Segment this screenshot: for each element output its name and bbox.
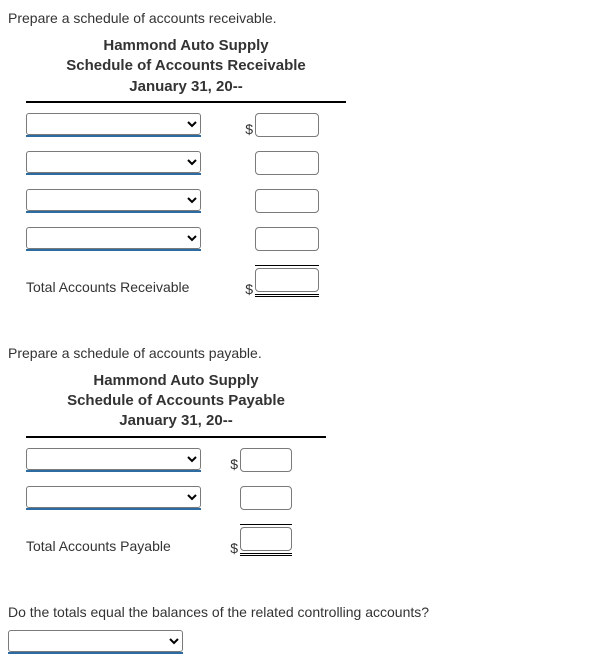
payable-row: $ [26, 448, 326, 472]
payable-row [26, 486, 326, 510]
account-select[interactable] [26, 189, 201, 211]
total-payable-label: Total Accounts Payable [26, 538, 226, 556]
amount-input[interactable] [255, 189, 319, 213]
receivable-row [26, 151, 346, 175]
dollar-sign: $ [241, 281, 253, 297]
total-receivable-input[interactable] [255, 268, 319, 292]
receivable-row [26, 227, 346, 251]
payable-total-row: Total Accounts Payable $ [26, 524, 326, 556]
schedule-date: January 31, 20-- [26, 411, 326, 431]
account-select[interactable] [26, 486, 201, 508]
dollar-sign: $ [226, 540, 238, 556]
schedule-title: Schedule of Accounts Payable [26, 391, 326, 411]
account-select[interactable] [26, 151, 201, 173]
question-final: Do the totals equal the balances of the … [8, 604, 589, 620]
receivable-schedule: Hammond Auto Supply Schedule of Accounts… [26, 36, 346, 297]
receivable-row [26, 189, 346, 213]
amount-input[interactable] [255, 227, 319, 251]
question-payable: Prepare a schedule of accounts payable. [8, 345, 589, 361]
receivable-header: Hammond Auto Supply Schedule of Accounts… [26, 36, 346, 103]
receivable-row: $ [26, 113, 346, 137]
amount-input[interactable] [255, 151, 319, 175]
account-select[interactable] [26, 227, 201, 249]
total-payable-input[interactable] [240, 527, 292, 551]
payable-header: Hammond Auto Supply Schedule of Accounts… [26, 371, 326, 438]
receivable-total-row: Total Accounts Receivable $ [26, 265, 346, 297]
amount-input[interactable] [255, 113, 319, 137]
amount-input[interactable] [240, 486, 292, 510]
schedule-title: Schedule of Accounts Receivable [26, 56, 346, 76]
question-receivable: Prepare a schedule of accounts receivabl… [8, 10, 589, 26]
final-answer-select[interactable] [8, 630, 183, 652]
dollar-sign: $ [241, 121, 253, 137]
total-receivable-label: Total Accounts Receivable [26, 279, 241, 297]
amount-input[interactable] [240, 448, 292, 472]
account-select[interactable] [26, 448, 201, 470]
company-name: Hammond Auto Supply [26, 371, 326, 391]
payable-schedule: Hammond Auto Supply Schedule of Accounts… [26, 371, 326, 556]
account-select[interactable] [26, 113, 201, 135]
dollar-sign: $ [226, 456, 238, 472]
schedule-date: January 31, 20-- [26, 77, 346, 97]
company-name: Hammond Auto Supply [26, 36, 346, 56]
